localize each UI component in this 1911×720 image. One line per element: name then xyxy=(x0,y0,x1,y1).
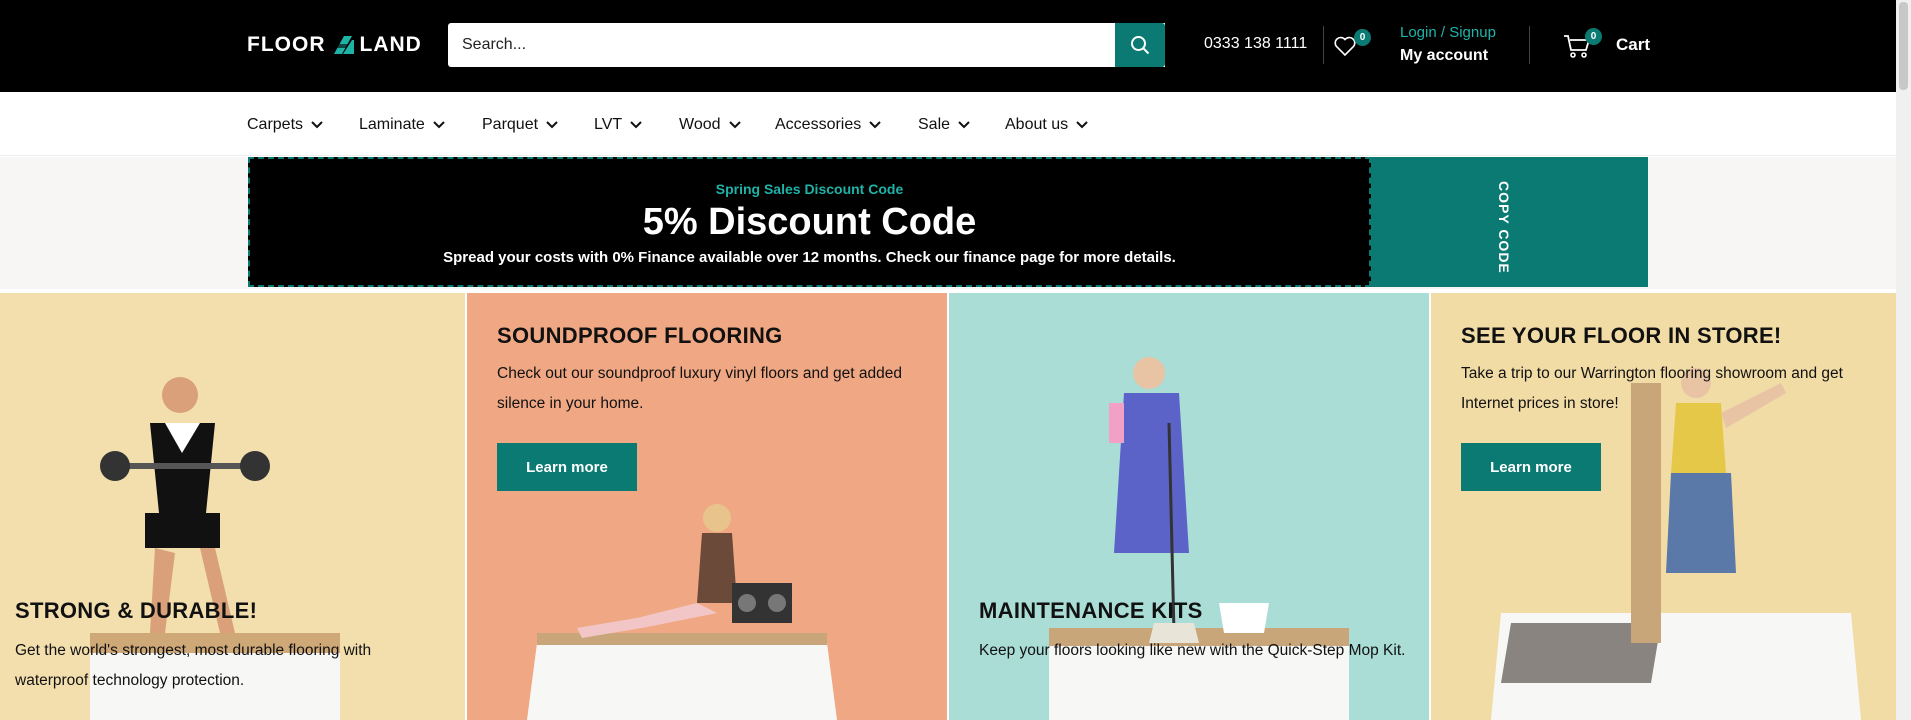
nav-label: Parquet xyxy=(482,116,539,133)
chevron-down-icon xyxy=(433,121,445,129)
woman-boombox-image xyxy=(527,504,837,720)
search-button[interactable] xyxy=(1115,23,1165,67)
search-input[interactable]: Search... xyxy=(448,23,1165,67)
promo-panel-store: SEE YOUR FLOOR IN STORE! Take a trip to … xyxy=(1431,293,1896,720)
panel-title: STRONG & DURABLE! xyxy=(15,598,258,623)
scrollbar[interactable] xyxy=(1896,0,1911,720)
panel-text: Keep your floors looking like new with t… xyxy=(979,642,1406,659)
nav-item-laminate[interactable]: Laminate xyxy=(359,116,445,134)
nav-label: Carpets xyxy=(247,116,304,133)
nav-item-wood[interactable]: Wood xyxy=(679,116,741,134)
panel-text: Take a trip to our Warrington flooring s… xyxy=(1461,365,1843,412)
search-icon xyxy=(1131,36,1150,55)
promo-panel-maintenance: MAINTENANCE KITS Keep your floors lookin… xyxy=(949,293,1429,720)
chevron-down-icon xyxy=(546,121,558,129)
nav-label: Wood xyxy=(679,116,721,133)
logo[interactable]: FLOOR LAND xyxy=(247,32,422,58)
phone-number[interactable]: 0333 138 1111 xyxy=(1204,35,1307,53)
divider xyxy=(1529,26,1530,64)
panel-text: Check out our soundproof luxury vinyl fl… xyxy=(497,365,902,412)
nav-item-carpets[interactable]: Carpets xyxy=(247,116,323,134)
panel-title: SOUNDPROOF FLOORING xyxy=(497,323,783,348)
panel-title: SEE YOUR FLOOR IN STORE! xyxy=(1461,323,1782,348)
scrollbar-thumb[interactable] xyxy=(1899,2,1908,90)
nav-item-lvt[interactable]: LVT xyxy=(594,116,642,134)
promo-panel-strong: STRONG & DURABLE! Get the world's strong… xyxy=(0,293,465,720)
my-account-link[interactable]: My account xyxy=(1400,47,1488,65)
promo-description: Spread your costs with 0% Finance availa… xyxy=(443,249,1176,266)
chevron-down-icon xyxy=(630,121,642,129)
promo-subtitle: Spring Sales Discount Code xyxy=(715,181,904,197)
learn-more-button[interactable]: Learn more xyxy=(497,443,637,491)
copy-code-label: COPY CODE xyxy=(1496,181,1512,274)
nav-label: Accessories xyxy=(775,116,862,133)
panel-text: Get the world's strongest, most durable … xyxy=(15,642,372,689)
logo-text-floor: FLOOR xyxy=(247,33,326,56)
panel-title: MAINTENANCE KITS xyxy=(979,598,1203,623)
main-nav: Carpets Laminate Parquet LVT Wood Access… xyxy=(0,92,1896,156)
chevron-down-icon xyxy=(728,121,741,129)
nav-label: Sale xyxy=(918,116,951,133)
nav-label: Laminate xyxy=(359,116,425,133)
nav-item-accessories[interactable]: Accessories xyxy=(775,116,881,134)
cart-count-badge: 0 xyxy=(1585,28,1602,45)
learn-more-button[interactable]: Learn more xyxy=(1461,443,1601,491)
logo-text-land: LAND xyxy=(359,33,422,56)
nav-label: About us xyxy=(1005,116,1069,133)
wishlist-count-badge: 0 xyxy=(1354,29,1371,46)
site-header: FLOOR LAND Search... 0333 138 1111 0 Log… xyxy=(0,0,1896,92)
login-link[interactable]: Login / Signup xyxy=(1400,24,1496,41)
nav-label: LVT xyxy=(594,116,623,133)
chevron-down-icon xyxy=(311,121,323,129)
promo-panel-soundproof: SOUNDPROOF FLOORING Check out our soundp… xyxy=(467,293,947,720)
chevron-down-icon xyxy=(958,121,970,129)
promo-title: 5% Discount Code xyxy=(642,201,977,243)
cart-link[interactable]: Cart xyxy=(1616,35,1650,55)
nav-item-about-us[interactable]: About us xyxy=(1005,116,1088,134)
nav-item-parquet[interactable]: Parquet xyxy=(482,116,558,134)
nav-item-sale[interactable]: Sale xyxy=(918,116,970,134)
divider xyxy=(1323,26,1324,64)
chevron-down-icon xyxy=(1076,121,1088,129)
chevron-down-icon xyxy=(869,121,881,129)
logo-mark-icon xyxy=(331,34,354,56)
discount-banner: Spring Sales Discount Code 5% Discount C… xyxy=(248,157,1371,287)
copy-code-button[interactable]: COPY CODE xyxy=(1371,157,1648,287)
